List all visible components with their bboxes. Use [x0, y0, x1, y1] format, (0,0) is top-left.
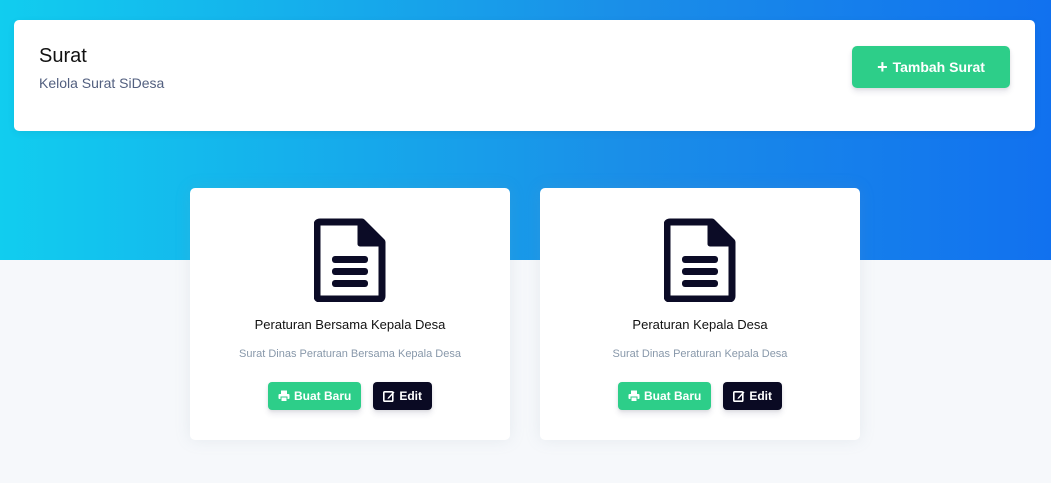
- edit-button[interactable]: Edit: [723, 382, 782, 410]
- page-title: Surat: [39, 45, 87, 67]
- create-new-button[interactable]: Buat Baru: [267, 382, 362, 410]
- edit-icon: [383, 390, 395, 402]
- card-title: Peraturan Kepala Desa: [632, 317, 768, 332]
- card-actions: Buat Baru Edit: [540, 382, 860, 410]
- card-description: Surat Dinas Peraturan Kepala Desa: [612, 348, 788, 360]
- print-icon: [278, 390, 290, 402]
- edit-label: Edit: [399, 389, 422, 403]
- edit-button[interactable]: Edit: [373, 382, 432, 410]
- letter-card: Peraturan Kepala Desa Surat Dinas Peratu…: [540, 188, 860, 440]
- create-new-button[interactable]: Buat Baru: [617, 382, 712, 410]
- card-title: Peraturan Bersama Kepala Desa: [254, 317, 446, 332]
- letter-card: Peraturan Bersama Kepala Desa Surat Dina…: [190, 188, 510, 440]
- document-icon: [664, 218, 736, 302]
- edit-icon: [733, 390, 745, 402]
- create-new-label: Buat Baru: [643, 389, 702, 403]
- add-letter-label: Tambah Surat: [892, 59, 985, 75]
- add-letter-button[interactable]: + Tambah Surat: [852, 46, 1010, 88]
- document-icon: [314, 218, 386, 302]
- print-icon: [628, 390, 640, 402]
- edit-label: Edit: [749, 389, 772, 403]
- page-header-card: Surat Kelola Surat SiDesa + Tambah Surat: [14, 20, 1035, 131]
- card-actions: Buat Baru Edit: [190, 382, 510, 410]
- page-subtitle: Kelola Surat SiDesa: [39, 75, 165, 91]
- card-description: Surat Dinas Peraturan Bersama Kepala Des…: [239, 348, 461, 360]
- plus-icon: +: [877, 57, 888, 77]
- create-new-label: Buat Baru: [293, 389, 352, 403]
